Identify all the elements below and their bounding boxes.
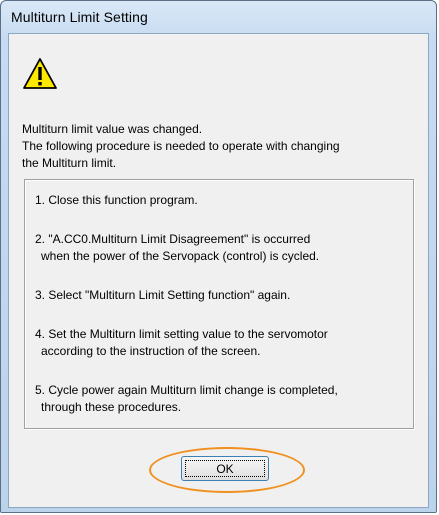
- message-line: the Multiturn limit.: [22, 156, 117, 170]
- step-4-line-1: 4. Set the Multiturn limit setting value…: [35, 327, 328, 341]
- step-4-line-2: according to the instruction of the scre…: [41, 344, 261, 358]
- ok-button-label: OK: [185, 460, 265, 477]
- warning-icon: [23, 58, 57, 89]
- step-2-line-1: 2. "A.CC0.Multiturn Limit Disagreement" …: [35, 232, 311, 246]
- ok-button[interactable]: OK: [181, 456, 269, 481]
- step-1: 1. Close this function program.: [35, 193, 198, 207]
- message-line: Multiturn limit value was changed.: [22, 122, 203, 136]
- procedure-steps-box: 1. Close this function program. 2. "A.CC…: [24, 179, 414, 429]
- dialog-window: Multiturn Limit Setting Multiturn limit …: [0, 0, 437, 513]
- step-2-line-2: when the power of the Servopack (control…: [41, 249, 320, 263]
- step-3: 3. Select "Multiturn Limit Setting funct…: [35, 288, 291, 302]
- step-5-line-2: through these procedures.: [41, 400, 182, 414]
- dialog-title: Multiturn Limit Setting: [11, 9, 148, 25]
- message-text: Multiturn limit value was changed. The f…: [22, 121, 422, 172]
- message-line: The following procedure is needed to ope…: [22, 139, 340, 153]
- step-5-line-1: 5. Cycle power again Multiturn limit cha…: [35, 383, 338, 397]
